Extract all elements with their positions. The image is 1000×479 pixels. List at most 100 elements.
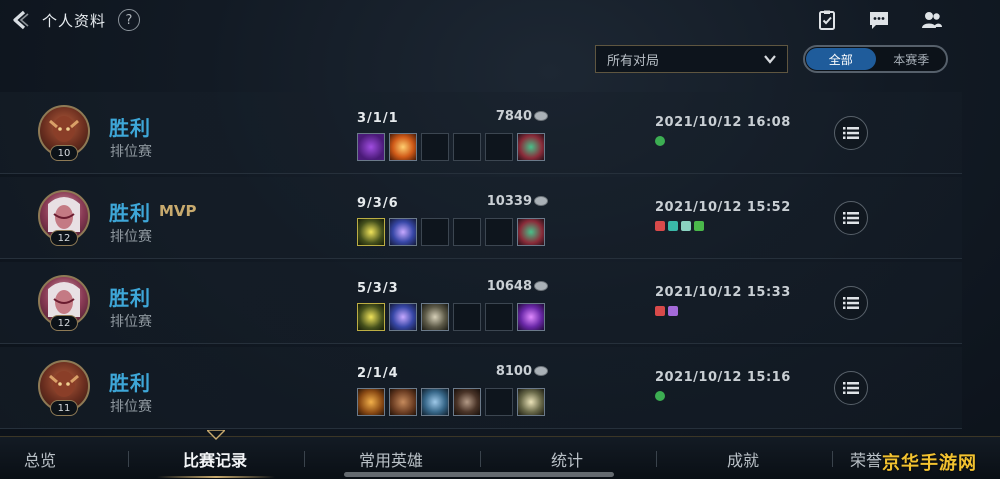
season-segmented-control: 全部 本赛季 xyxy=(803,45,948,73)
gold-earned: 8100 xyxy=(495,364,532,379)
match-badges xyxy=(655,391,665,401)
kill-badge-icon xyxy=(655,221,665,231)
match-detail-button[interactable] xyxy=(834,371,868,405)
match-result: 胜利 xyxy=(109,116,151,140)
ember-item-icon[interactable] xyxy=(357,388,385,416)
match-date: 2021/10/12 15:33 xyxy=(655,285,791,300)
item-build xyxy=(357,133,545,161)
back-button[interactable] xyxy=(8,8,34,32)
empty-item-slot xyxy=(485,218,513,246)
mission-clipboard-button[interactable] xyxy=(814,8,840,32)
match-row[interactable]: 12 胜利 MVP 排位赛 9/3/6 10339 2021/10/12 15:… xyxy=(0,177,962,259)
match-date: 2021/10/12 16:08 xyxy=(655,115,791,130)
list-icon xyxy=(843,382,859,394)
boots-item-icon[interactable] xyxy=(517,133,545,161)
item-build xyxy=(357,388,545,416)
item-build xyxy=(357,303,545,331)
tab-achievements[interactable]: 成就 xyxy=(678,437,808,479)
triangle-ward-item-icon[interactable] xyxy=(357,218,385,246)
kda-score: 5/3/3 xyxy=(357,281,399,296)
champion-level-badge: 11 xyxy=(50,400,78,416)
blue-cape-item-icon[interactable] xyxy=(421,388,449,416)
gold-coin-icon xyxy=(534,111,548,121)
match-mode: 排位赛 xyxy=(110,144,152,160)
active-tab-underline xyxy=(157,476,275,478)
gold-earned: 10339 xyxy=(486,194,532,209)
chevron-down-icon xyxy=(764,55,776,64)
match-badges xyxy=(655,306,678,316)
champion-level-badge: 12 xyxy=(50,315,78,331)
clipboard-check-icon xyxy=(819,10,835,30)
active-tab-caret-icon xyxy=(207,430,225,440)
help-button[interactable]: ? xyxy=(118,9,140,31)
match-badges xyxy=(655,136,665,146)
watermark-logo: 京华手游网 xyxy=(882,453,977,474)
match-result: 胜利 xyxy=(109,286,151,310)
tab-divider xyxy=(832,451,833,467)
mvp-badge: MVP xyxy=(159,202,197,220)
empty-item-slot xyxy=(453,303,481,331)
match-type-select-value: 所有对局 xyxy=(607,53,660,69)
empty-item-slot xyxy=(453,218,481,246)
match-mode: 排位赛 xyxy=(110,314,152,330)
chat-bubble-icon xyxy=(870,12,888,29)
segment-all[interactable]: 全部 xyxy=(806,48,876,70)
list-icon xyxy=(843,127,859,139)
kda-score: 2/1/4 xyxy=(357,366,399,381)
match-date: 2021/10/12 15:16 xyxy=(655,370,791,385)
gold-coin-icon xyxy=(534,196,548,206)
match-row[interactable]: 10 胜利 排位赛 3/1/1 7840 2021/10/12 16:08 xyxy=(0,92,962,174)
gold-coin-icon xyxy=(534,281,548,291)
match-detail-button[interactable] xyxy=(834,116,868,150)
armor-item-icon[interactable] xyxy=(517,388,545,416)
crossed-swords-item-icon[interactable] xyxy=(421,303,449,331)
gold-earned: 10648 xyxy=(486,279,532,294)
chat-button[interactable] xyxy=(866,8,892,32)
dark-hammer-item-icon[interactable] xyxy=(453,388,481,416)
tab-match-history[interactable]: 比赛记录 xyxy=(150,437,280,479)
purple-crystal-item-icon[interactable] xyxy=(357,133,385,161)
gold-earned: 7840 xyxy=(495,109,532,124)
tower-badge-icon xyxy=(681,221,691,231)
tab-divider xyxy=(656,451,657,467)
match-type-select[interactable]: 所有对局 xyxy=(595,45,788,73)
rune-blade-item-icon[interactable] xyxy=(389,303,417,331)
top-bar: 个人资料 ? xyxy=(0,0,1000,42)
empty-item-slot xyxy=(485,133,513,161)
empty-item-slot xyxy=(453,133,481,161)
match-detail-button[interactable] xyxy=(834,286,868,320)
brown-potion-item-icon[interactable] xyxy=(389,388,417,416)
tab-divider xyxy=(304,451,305,467)
arcane-orb-item-icon[interactable] xyxy=(517,303,545,331)
list-icon xyxy=(843,297,859,309)
match-row[interactable]: 11 胜利 排位赛 2/1/4 8100 2021/10/12 15:16 xyxy=(0,347,962,429)
empty-item-slot xyxy=(485,388,513,416)
chevron-left-icon xyxy=(13,10,29,30)
tab-overview[interactable]: 总览 xyxy=(0,437,80,479)
match-row[interactable]: 12 胜利 排位赛 5/3/3 10648 2021/10/12 15:33 xyxy=(0,262,962,344)
kda-score: 9/3/6 xyxy=(357,196,399,211)
match-badges xyxy=(655,221,704,231)
triangle-ward-item-icon[interactable] xyxy=(357,303,385,331)
gold-coin-icon xyxy=(534,366,548,376)
match-detail-button[interactable] xyxy=(834,201,868,235)
segment-current-season[interactable]: 本赛季 xyxy=(877,47,947,71)
empty-item-slot xyxy=(485,303,513,331)
tab-divider xyxy=(480,451,481,467)
friends-button[interactable] xyxy=(919,8,945,32)
flag-badge-icon xyxy=(694,221,704,231)
match-mode: 排位赛 xyxy=(110,399,152,415)
match-date: 2021/10/12 15:52 xyxy=(655,200,791,215)
green-badge-icon xyxy=(655,391,665,401)
kda-score: 3/1/1 xyxy=(357,111,399,126)
flame-blade-item-icon[interactable] xyxy=(389,133,417,161)
tab-divider xyxy=(128,451,129,467)
boots-item-icon[interactable] xyxy=(517,218,545,246)
champion-level-badge: 12 xyxy=(50,230,78,246)
item-build xyxy=(357,218,545,246)
home-indicator[interactable] xyxy=(344,472,614,477)
list-icon xyxy=(843,212,859,224)
kill-badge-icon xyxy=(655,306,665,316)
rune-blade-item-icon[interactable] xyxy=(389,218,417,246)
match-result: 胜利 xyxy=(109,201,151,225)
